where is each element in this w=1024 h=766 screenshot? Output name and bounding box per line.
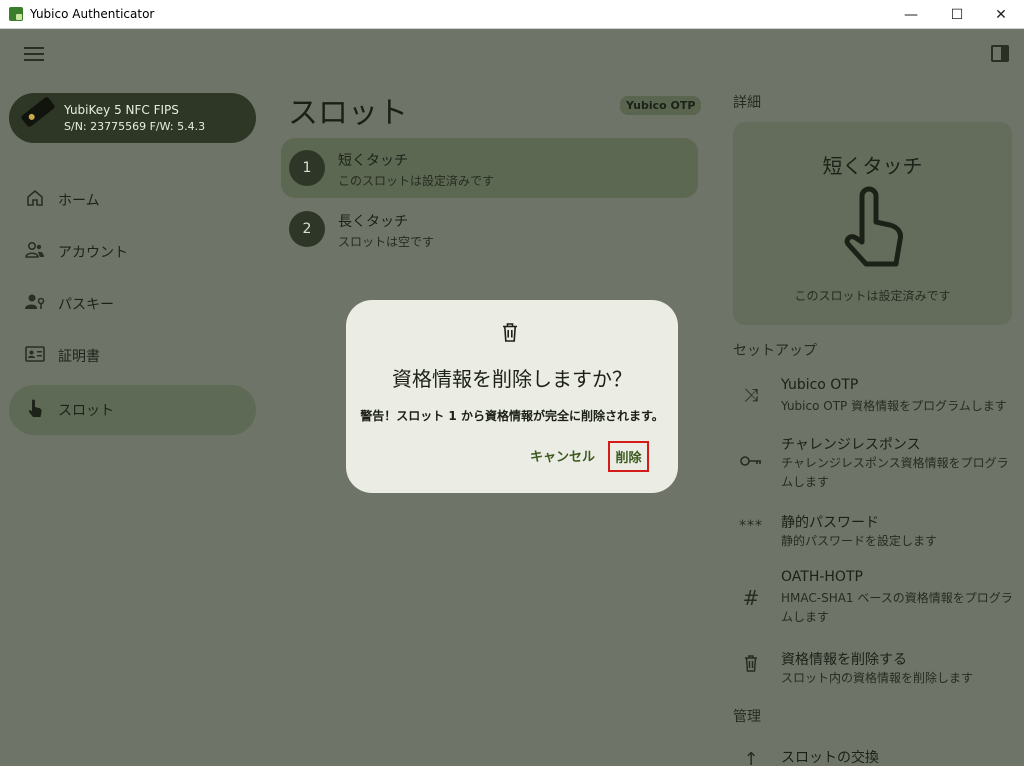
- device-card[interactable]: YubiKey 5 NFC FIPS S/N: 23775569 F/W: 5.…: [9, 93, 256, 143]
- slot-detail-card: 短くタッチ このスロットは設定済みです: [733, 122, 1012, 325]
- details-heading: 詳細: [733, 95, 761, 111]
- nav-label: スロット: [58, 403, 114, 419]
- nav-item-home[interactable]: ホーム: [9, 175, 256, 225]
- shuffle-icon: ⤨: [743, 385, 759, 406]
- swap-icon: ↑: [743, 749, 759, 766]
- window-titlebar: Yubico Authenticator — ☐ ✕: [0, 0, 1024, 29]
- trash-icon: [733, 655, 769, 677]
- minimize-button[interactable]: —: [888, 0, 934, 29]
- action-title: チャレンジレスポンス: [781, 437, 921, 453]
- slot-description: スロットは空です: [338, 235, 435, 249]
- action-title: 資格情報を削除する: [781, 652, 907, 668]
- certificate-icon: [24, 346, 46, 366]
- action-description: Yubico OTP 資格情報をプログラムします: [781, 399, 1007, 413]
- nav-item-accounts[interactable]: アカウント: [9, 227, 256, 277]
- action-static-password[interactable]: *** 静的パスワード 静的パスワードを設定します: [733, 512, 1013, 552]
- maximize-button[interactable]: ☐: [934, 0, 980, 29]
- slot-description: このスロットは設定済みです: [338, 174, 495, 188]
- action-yubico-otp[interactable]: ⤨ Yubico OTP Yubico OTP 資格情報をプログラムします: [733, 377, 1013, 417]
- setup-heading: セットアップ: [733, 343, 817, 359]
- action-delete-credential[interactable]: 資格情報を削除する スロット内の資格情報を削除します: [733, 649, 1013, 689]
- action-oath-hotp[interactable]: # OATH-HOTP HMAC-SHA1 ベースの資格情報をプログラムします: [733, 569, 1013, 629]
- delete-credential-dialog: 資格情報を削除しますか？ 警告！スロット 1 から資格情報が完全に削除されます。…: [346, 300, 678, 493]
- nav-label: 証明書: [58, 349, 100, 365]
- toggle-details-panel-icon[interactable]: [991, 45, 1009, 62]
- slot-name: 短くタッチ: [338, 153, 408, 169]
- slot-item-1[interactable]: 1 短くタッチ このスロットは設定済みです: [281, 138, 698, 198]
- action-title: 静的パスワード: [781, 515, 879, 531]
- slot-name: 長くタッチ: [338, 214, 408, 230]
- action-description: スロット内の資格情報を削除します: [781, 671, 974, 685]
- page-title: スロット: [288, 96, 408, 131]
- touch-large-icon: [838, 184, 908, 272]
- menu-icon[interactable]: [22, 44, 46, 64]
- hash-icon: #: [742, 586, 760, 610]
- close-button[interactable]: ✕: [978, 0, 1024, 29]
- action-title: OATH-HOTP: [781, 569, 863, 585]
- yubikey-icon: [20, 96, 56, 128]
- dialog-message: 警告！スロット 1 から資格情報が完全に削除されます。: [360, 409, 664, 423]
- password-icon: ***: [739, 518, 763, 534]
- passkey-icon: [24, 293, 46, 315]
- people-icon: [24, 241, 46, 263]
- status-badge: Yubico OTP: [620, 96, 702, 115]
- device-name: YubiKey 5 NFC FIPS: [64, 103, 179, 117]
- device-info: S/N: 23775569 F/W: 5.4.3: [64, 120, 206, 133]
- nav-item-slots[interactable]: スロット: [9, 385, 256, 435]
- touch-icon: [24, 398, 46, 422]
- slot-number: 2: [289, 211, 325, 247]
- nav-item-certificates[interactable]: 証明書: [9, 331, 256, 381]
- home-icon: [24, 189, 46, 211]
- nav-label: アカウント: [58, 245, 128, 261]
- nav-item-passkeys[interactable]: パスキー: [9, 279, 256, 329]
- action-swap-slots[interactable]: ↑ スロットの交換: [733, 747, 1013, 766]
- app-logo-icon: [9, 7, 23, 21]
- action-title: Yubico OTP: [781, 377, 859, 393]
- cancel-button[interactable]: キャンセル: [530, 446, 595, 465]
- window-title: Yubico Authenticator: [30, 7, 155, 21]
- nav-label: パスキー: [58, 297, 114, 313]
- action-description: 静的パスワードを設定します: [781, 534, 938, 548]
- action-title: スロットの交換: [781, 750, 879, 766]
- manage-heading: 管理: [733, 709, 761, 725]
- detail-title: 短くタッチ: [822, 154, 923, 178]
- delete-button[interactable]: 削除: [608, 441, 649, 472]
- slot-number: 1: [289, 150, 325, 186]
- action-challenge-response[interactable]: チャレンジレスポンス チャレンジレスポンス資格情報をプログラムします: [733, 434, 1013, 494]
- key-icon: [733, 451, 769, 472]
- trash-icon: [502, 323, 518, 346]
- detail-description: このスロットは設定済みです: [794, 289, 951, 303]
- slot-item-2[interactable]: 2 長くタッチ スロットは空です: [281, 199, 698, 259]
- dialog-title: 資格情報を削除しますか？: [392, 367, 632, 391]
- nav-label: ホーム: [58, 193, 100, 209]
- action-description: チャレンジレスポンス資格情報をプログラムします: [781, 456, 1009, 489]
- action-description: HMAC-SHA1 ベースの資格情報をプログラムします: [781, 591, 1013, 624]
